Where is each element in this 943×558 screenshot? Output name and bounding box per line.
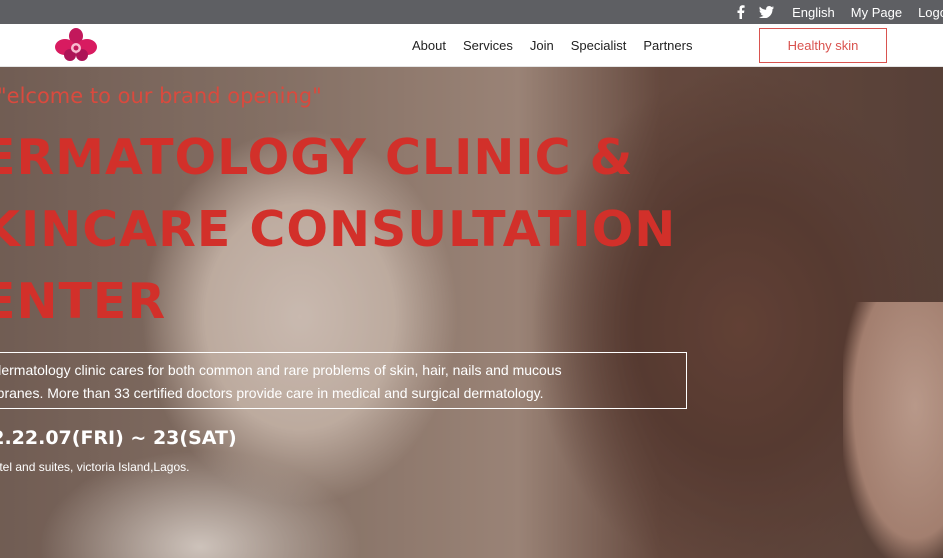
logout-link[interactable]: Logo xyxy=(918,5,943,20)
primary-nav: About Services Join Specialist Partners xyxy=(412,24,692,67)
event-date: 22.22.07(FRI) ~ 23(SAT) xyxy=(0,427,237,449)
hero-banner: "elcome to our brand opening" ERMATOLOGY… xyxy=(0,67,943,558)
nav-services[interactable]: Services xyxy=(463,38,513,53)
event-venue: hotel and suites, victoria Island,Lagos. xyxy=(0,460,190,474)
hero-hand-image xyxy=(843,302,943,558)
social-links xyxy=(736,5,775,19)
hero-description-box: r dermatology clinic cares for both comm… xyxy=(0,352,687,409)
utility-links: English My Page Logo xyxy=(792,5,943,20)
hero-headline: ERMATOLOGY CLINIC & KINCARE CONSULTATION… xyxy=(0,122,676,338)
facebook-icon[interactable] xyxy=(736,5,745,19)
my-page-link[interactable]: My Page xyxy=(851,5,902,20)
nav-about[interactable]: About xyxy=(412,38,446,53)
description-line-2: mbranes. More than 33 certified doctors … xyxy=(0,385,544,401)
top-utility-bar: English My Page Logo xyxy=(0,0,943,24)
headline-line-2: KINCARE CONSULTATION xyxy=(0,201,677,258)
healthy-skin-button[interactable]: Healthy skin xyxy=(759,28,887,63)
twitter-icon[interactable] xyxy=(759,6,775,18)
nav-partners[interactable]: Partners xyxy=(643,38,692,53)
language-link[interactable]: English xyxy=(792,5,835,20)
main-navbar: About Services Join Specialist Partners … xyxy=(0,24,943,67)
hero-welcome-text: "elcome to our brand opening" xyxy=(0,84,322,108)
description-line-1: r dermatology clinic cares for both comm… xyxy=(0,362,562,378)
brand-logo[interactable] xyxy=(54,27,98,63)
headline-line-1: ERMATOLOGY CLINIC & xyxy=(0,129,634,186)
nav-join[interactable]: Join xyxy=(530,38,554,53)
headline-line-3: ENTER xyxy=(0,273,167,330)
nav-specialist[interactable]: Specialist xyxy=(571,38,627,53)
